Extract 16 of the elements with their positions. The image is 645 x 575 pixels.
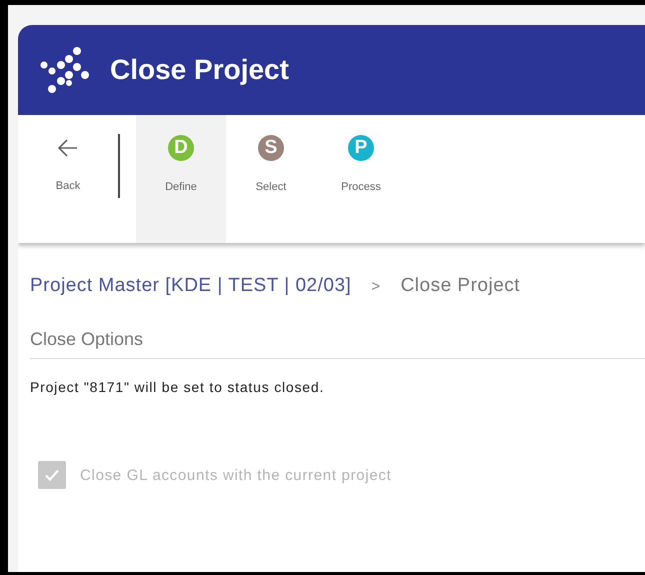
step-tab[interactable]: P Process bbox=[316, 115, 406, 243]
window-title: Close Project bbox=[110, 54, 289, 86]
step-badge: S bbox=[258, 135, 284, 161]
dots-logo-icon bbox=[40, 47, 90, 93]
breadcrumb-link[interactable]: Project Master [KDE | TEST | 02/03] bbox=[30, 275, 352, 297]
step-badge: P bbox=[348, 135, 374, 161]
breadcrumb-separator: > bbox=[371, 278, 381, 295]
step-tab[interactable]: S Select bbox=[226, 115, 316, 243]
back-arrow-icon bbox=[57, 138, 79, 158]
step-tab[interactable]: D Define bbox=[136, 115, 226, 243]
back-button[interactable]: Back bbox=[18, 115, 118, 243]
step-badge: D bbox=[168, 135, 194, 161]
checkbox-label: Close GL accounts with the current project bbox=[80, 466, 392, 484]
section-title: Close Options bbox=[30, 329, 645, 359]
breadcrumb-current: Close Project bbox=[400, 275, 520, 297]
status-message: Project "8171" will be set to status closed. bbox=[30, 379, 326, 395]
